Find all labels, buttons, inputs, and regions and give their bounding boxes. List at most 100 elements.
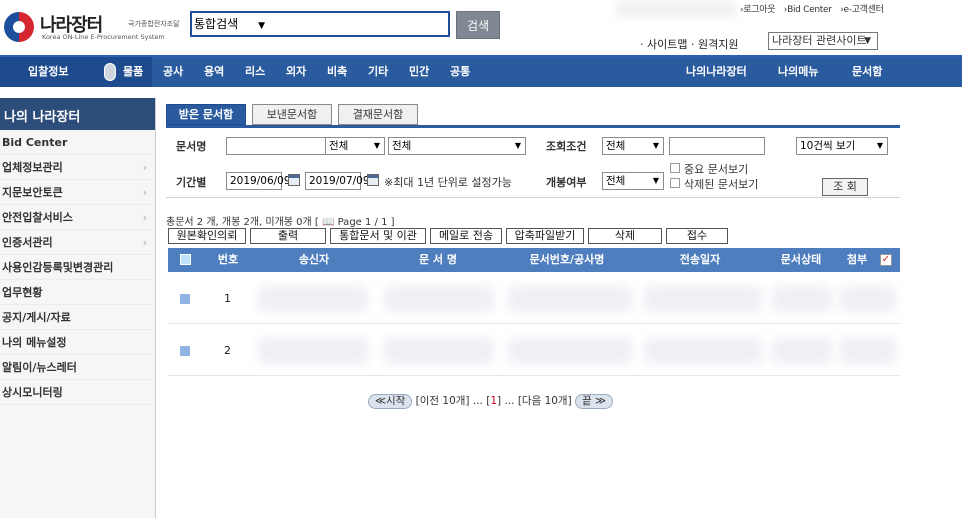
row-number: 1 xyxy=(224,292,231,305)
document-icon xyxy=(180,346,190,356)
open-status-select[interactable]: 전체 ▼ xyxy=(602,172,664,190)
nav-goods[interactable]: 물품 xyxy=(123,57,143,87)
logo-mark-icon xyxy=(4,12,34,42)
chevron-down-icon: ▼ xyxy=(652,141,659,150)
check-all-checkbox[interactable]: ✓ xyxy=(880,254,892,266)
send-mail-button[interactable]: 메일로 전송 xyxy=(430,228,502,244)
customer-center-link[interactable]: ›e-고객센터 xyxy=(840,5,884,15)
chevron-down-icon: ▼ xyxy=(864,36,871,46)
chevron-down-icon: ▼ xyxy=(652,176,659,185)
table-row[interactable]: 1 xyxy=(168,274,900,324)
chevron-down-icon: ▼ xyxy=(876,141,883,150)
col-doc-name: 문 서 명 xyxy=(418,253,458,266)
query-cond-select[interactable]: 전체 ▼ xyxy=(602,137,664,155)
nav-my-menu[interactable]: 나의메뉴 xyxy=(778,57,818,87)
page-size-select[interactable]: 10건씩 보기 ▼ xyxy=(796,137,888,155)
col-sender: 송신자 xyxy=(298,253,330,266)
period-note: ※최대 1년 단위로 설정가능 xyxy=(384,176,512,189)
query-cond-input[interactable] xyxy=(669,137,765,155)
original-verify-button[interactable]: 원본확인의뢰 xyxy=(168,228,246,244)
related-sites-select[interactable]: 나라장터 관련사이트 ▼ xyxy=(768,32,878,50)
chevron-right-icon: › xyxy=(142,211,147,224)
query-cond-label: 조회조건 xyxy=(546,140,587,153)
calendar-icon[interactable] xyxy=(288,174,300,186)
select-all-icon[interactable] xyxy=(180,254,191,265)
sidebar-item-bid-center[interactable]: Bid Center xyxy=(0,130,155,155)
nav-bid-info[interactable]: 입찰정보 xyxy=(28,57,68,87)
nav-my-narajangter[interactable]: 나의나라장터 xyxy=(686,57,747,87)
sidebar-item-company-info[interactable]: 업체정보관리 › xyxy=(0,155,155,180)
sidebar-item-seal-registration[interactable]: 사용인감등록및변경관리 xyxy=(0,255,155,280)
tab-sent[interactable]: 보낸문서함 xyxy=(252,104,332,125)
deleted-label: 삭제된 문서보기 xyxy=(684,178,759,191)
col-doc-number: 문서번호/공사명 xyxy=(529,253,605,266)
nav-foreign[interactable]: 외자 xyxy=(286,57,306,87)
chevron-down-icon: ▼ xyxy=(373,141,380,150)
table-header: 번호 송신자 문 서 명 문서번호/공사명 전송일자 문서상태 첨부 ✓ xyxy=(168,248,900,272)
top-links: ›로그아웃 ›Bid Center ›e-고객센터 xyxy=(740,2,890,15)
mouse-icon xyxy=(104,63,116,81)
sidebar-item-newsletter[interactable]: 알림이/뉴스레터 xyxy=(0,355,155,380)
sidebar-item-notices[interactable]: 공지/게시/자료 xyxy=(0,305,155,330)
merge-transfer-button[interactable]: 통합문서 및 이관 xyxy=(330,228,426,244)
sidebar-item-fingerprint-token[interactable]: 지문보안토큰 › xyxy=(0,180,155,205)
nav-service[interactable]: 용역 xyxy=(204,57,224,87)
query-button[interactable]: 조 회 xyxy=(822,178,868,196)
prev-10-link[interactable]: [이전 10개] xyxy=(416,395,470,407)
open-status-label: 개봉여부 xyxy=(546,176,587,189)
tab-approval[interactable]: 결재문서함 xyxy=(338,104,418,125)
sidebar-title: 나의 나라장터 xyxy=(0,98,155,130)
chevron-down-icon: ▼ xyxy=(258,21,266,31)
sitemap-links[interactable]: · 사이트맵 · 원격지원 xyxy=(640,36,738,52)
sidebar-item-monitoring[interactable]: 상시모니터링 xyxy=(0,380,155,405)
nav-etc[interactable]: 기타 xyxy=(368,57,388,87)
date-from-input[interactable]: 2019/06/09 xyxy=(226,172,291,190)
tab-received[interactable]: 받은 문서함 xyxy=(166,104,246,125)
search-button[interactable]: 검색 xyxy=(456,11,500,39)
doc-name-label: 문서명 xyxy=(176,140,207,153)
logout-link[interactable]: ›로그아웃 xyxy=(740,5,776,15)
search-scope-select[interactable]: 통합검색 ▼ xyxy=(194,15,265,32)
document-summary: 총문서 2 개, 개봉 2개, 미개봉 0개 [ 📖 Page 1 / 1 ] xyxy=(166,217,395,228)
chevron-down-icon: ▼ xyxy=(514,141,521,150)
first-page-button[interactable]: ≪시작 xyxy=(368,394,413,409)
main-nav: 입찰정보 물품 공사 용역 리스 외자 비축 기타 민간 공통 나의나라장터 나… xyxy=(0,55,962,87)
nav-construction[interactable]: 공사 xyxy=(163,57,183,87)
last-page-button[interactable]: 끝 ≫ xyxy=(575,394,614,409)
current-page[interactable]: 1 xyxy=(490,395,497,407)
nav-private[interactable]: 민간 xyxy=(409,57,429,87)
sidebar-item-certificates[interactable]: 인증서관리 › xyxy=(0,230,155,255)
col-number: 번호 xyxy=(217,253,239,266)
period-label: 기간별 xyxy=(176,176,207,189)
next-10-link[interactable]: [다음 10개] xyxy=(518,395,572,407)
delete-button[interactable]: 삭제 xyxy=(588,228,662,244)
print-button[interactable]: 출력 xyxy=(250,228,326,244)
nav-document-box[interactable]: 문서함 xyxy=(852,57,882,87)
col-attachment: 첨부 xyxy=(846,253,868,266)
sidebar: 나의 나라장터 Bid Center 업체정보관리 › 지문보안토큰 › 안전입찰서… xyxy=(0,98,156,518)
chevron-right-icon: › xyxy=(142,161,147,174)
logo[interactable]: 나라장터 국가종합전자조달 Korea ON-Line E-Procuremen… xyxy=(4,10,189,44)
bid-center-link[interactable]: ›Bid Center xyxy=(784,5,832,15)
doc-type-select-1[interactable]: 전체 ▼ xyxy=(325,137,385,155)
chevron-right-icon: › xyxy=(142,236,147,249)
calendar-icon[interactable] xyxy=(367,174,379,186)
col-status: 문서상태 xyxy=(780,253,822,266)
table-row[interactable]: 2 xyxy=(168,326,900,376)
nav-stockpile[interactable]: 비축 xyxy=(327,57,347,87)
sidebar-item-menu-settings[interactable]: 나의 메뉴설정 xyxy=(0,330,155,355)
download-zip-button[interactable]: 압축파일받기 xyxy=(506,228,584,244)
search-input[interactable]: 통합검색 ▼ xyxy=(190,11,450,37)
important-checkbox[interactable] xyxy=(670,163,680,173)
deleted-checkbox[interactable] xyxy=(670,178,680,188)
doc-type-select-2[interactable]: 전체 ▼ xyxy=(388,137,526,155)
chevron-right-icon: › xyxy=(142,186,147,199)
pagination: ≪시작 [이전 10개] ... [1] ... [다음 10개] 끝 ≫ xyxy=(368,393,614,409)
date-to-input[interactable]: 2019/07/09 xyxy=(305,172,370,190)
sidebar-item-work-status[interactable]: 업무현황 xyxy=(0,280,155,305)
receive-button[interactable]: 접수 xyxy=(666,228,728,244)
document-icon xyxy=(180,294,190,304)
nav-common[interactable]: 공통 xyxy=(450,57,470,87)
sidebar-item-safe-bidding[interactable]: 안전입찰서비스 › xyxy=(0,205,155,230)
nav-lease[interactable]: 리스 xyxy=(245,57,265,87)
